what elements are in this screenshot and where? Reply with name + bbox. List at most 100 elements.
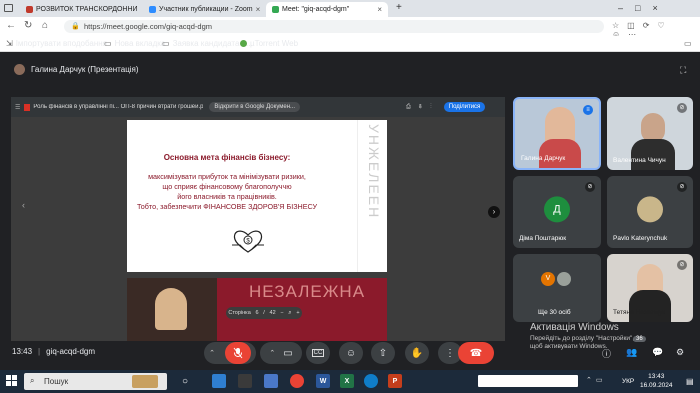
browser-tab-2[interactable]: Участник публикации - Zoom × xyxy=(143,2,261,17)
tray-icons[interactable]: ⌃▭ xyxy=(586,376,606,384)
avatar xyxy=(14,64,25,75)
slide-line: максимізувати прибуток та мінімізувати р… xyxy=(148,172,306,181)
taskbar-toolbar-field[interactable] xyxy=(478,375,578,387)
close-icon[interactable]: × xyxy=(377,5,382,14)
heart-money-icon: $ xyxy=(232,230,264,253)
utorrent-icon xyxy=(240,40,247,47)
end-call-button[interactable]: ☎ xyxy=(458,342,494,364)
bookmarks-folder-icon[interactable]: ▭ xyxy=(684,39,692,48)
pdf-actions-icons[interactable]: ⎙⇩⋮ xyxy=(406,104,440,111)
home-icon[interactable]: ⌂ xyxy=(42,20,48,31)
close-icon[interactable]: × xyxy=(256,5,261,14)
taskbar-app-1[interactable] xyxy=(212,374,226,388)
chrome-icon[interactable] xyxy=(290,374,304,388)
mic-off-icon: ⊘ xyxy=(677,260,687,270)
participant-tile-2[interactable]: ⊘ Валентина Чичун xyxy=(607,97,693,170)
chevron-up-icon[interactable]: ⌃ xyxy=(269,349,275,357)
page-total: 42 xyxy=(269,310,276,316)
activation-title: Активація Windows xyxy=(530,322,619,333)
word-icon[interactable]: W xyxy=(316,374,330,388)
mic-off-icon: ⊘ xyxy=(585,182,595,192)
windows-start-icon[interactable] xyxy=(6,375,17,386)
page-separator: / xyxy=(263,310,265,316)
open-in-docs-button[interactable]: Відкрити в Google Докумен... xyxy=(209,102,301,112)
powerpoint-icon[interactable]: P xyxy=(388,374,402,388)
bookmark-label: Імпортувати вподобання xyxy=(15,39,108,48)
chat-icon[interactable]: 💬 xyxy=(652,347,663,358)
pdf-toolbar: ☰ Роль фінансів в управлінні пі... ОП-8 … xyxy=(11,97,505,117)
tab-actions-icon[interactable] xyxy=(4,4,13,12)
video-feed-body xyxy=(539,139,581,168)
mic-off-icon xyxy=(233,347,243,359)
avatar xyxy=(557,272,571,286)
tab-title: Участник публикации - Zoom xyxy=(159,6,253,13)
window-controls[interactable]: –□× xyxy=(618,3,670,13)
pdf-icon xyxy=(24,103,31,111)
tab-favicon xyxy=(26,6,33,13)
language-indicator[interactable]: УКР xyxy=(622,378,634,385)
camera-icon[interactable]: ▭ xyxy=(283,348,292,359)
participant-tile-4[interactable]: ⊘ Pavlo Katerynchuk xyxy=(607,176,693,248)
participant-name: Діма Поштарюк xyxy=(519,235,567,242)
chevron-up-icon[interactable]: ⌃ xyxy=(209,349,215,357)
zoom-icon[interactable]: ⌕ xyxy=(288,310,291,317)
fullscreen-icon[interactable]: ⛶ xyxy=(680,65,686,76)
participants-count-badge: 36 xyxy=(633,336,646,342)
edge-icon[interactable] xyxy=(364,374,378,388)
bookmark-new-tab[interactable]: ▭ Нова вкладка xyxy=(104,39,165,48)
emoji-icon: ☺ xyxy=(345,347,357,359)
browser-tab-3[interactable]: Meet: "giq-acqd-dgm" × xyxy=(266,2,388,17)
second-page-text: НЕЗАЛЕЖНА xyxy=(249,282,366,301)
captions-button[interactable]: CC xyxy=(306,342,330,364)
avatar: V xyxy=(541,272,555,286)
import-icon: ⇲ xyxy=(6,39,13,48)
refresh-icon[interactable]: ↻ xyxy=(24,20,32,31)
presenter-label: Галина Дарчук (Презентація) xyxy=(14,64,139,75)
bookmark-utorrent[interactable]: µTorrent Web xyxy=(240,39,298,48)
hang-up-icon: ☎ xyxy=(469,347,483,359)
participant-tile-6[interactable]: ⊘ Тетяна Незвещук xyxy=(607,254,693,322)
zoom-in-button[interactable]: + xyxy=(296,310,299,316)
url-input[interactable]: 🔒 https://meet.google.com/giq-acqd-dgm xyxy=(64,20,604,33)
excel-icon[interactable]: X xyxy=(340,374,354,388)
back-icon[interactable]: ← xyxy=(6,20,16,31)
participant-tile-1[interactable]: ≡ Галина Дарчук xyxy=(513,97,601,170)
bookmark-label: µTorrent Web xyxy=(250,39,299,48)
presenter-name: Галина Дарчук (Презентація) xyxy=(31,65,139,74)
taskbar-app-3[interactable] xyxy=(264,374,278,388)
search-highlight-icon xyxy=(132,375,158,388)
prev-page-icon[interactable]: ‹ xyxy=(22,200,25,210)
taskbar-clock[interactable]: 13:43 16.09.2024 xyxy=(640,372,673,390)
present-icon: ⇧ xyxy=(378,347,388,359)
photo-placeholder xyxy=(127,278,217,341)
taskbar-search-input[interactable]: ⌕ Пошук xyxy=(24,373,167,390)
participant-tile-more[interactable]: V Ще 30 осіб xyxy=(513,254,601,322)
participant-name: Pavlo Katerynchuk xyxy=(613,235,668,242)
zoom-out-button[interactable]: − xyxy=(280,310,283,316)
bookmark-label: Нова вкладка xyxy=(114,39,166,48)
activities-icon[interactable]: ⚙ xyxy=(676,347,684,358)
url-text: https://meet.google.com/giq-acqd-dgm xyxy=(84,22,212,31)
participant-name: Ще 30 осіб xyxy=(538,309,571,316)
slide-title: Основна мета фінансів бізнесу: xyxy=(163,153,291,162)
slide-line: його власників та працівників. xyxy=(177,192,277,201)
task-view-icon[interactable]: ○ xyxy=(178,374,192,388)
browser-tab-1[interactable]: РОЗВИТОК ТРАНСКОРДОННИ × xyxy=(20,2,138,17)
taskbar-app-2[interactable] xyxy=(238,374,252,388)
bookmark-import[interactable]: ⇲ Імпортувати вподобання xyxy=(6,39,107,48)
new-tab-button[interactable]: + xyxy=(396,2,402,13)
more-vert-icon: ⋮ xyxy=(445,347,455,359)
people-icon[interactable]: 👥 xyxy=(626,347,637,358)
info-icon[interactable]: ⓘ xyxy=(602,347,611,360)
share-button[interactable]: Поділитися xyxy=(443,102,486,112)
participant-tile-3[interactable]: Д ⊘ Діма Поштарюк xyxy=(513,176,601,248)
page-controls[interactable]: Сторінка 6 / 42 − ⌕ + xyxy=(226,307,302,319)
notifications-icon[interactable]: ▤ xyxy=(686,377,694,386)
raise-hand-button[interactable]: ✋ xyxy=(405,342,429,364)
next-page-icon[interactable]: › xyxy=(488,206,500,218)
present-button[interactable]: ⇧ xyxy=(371,342,395,364)
menu-icon[interactable]: ☰ xyxy=(15,104,20,111)
emoji-button[interactable]: ☺ xyxy=(339,342,363,364)
page-current-input[interactable]: 6 xyxy=(255,310,258,316)
mic-off-button[interactable] xyxy=(224,342,251,364)
